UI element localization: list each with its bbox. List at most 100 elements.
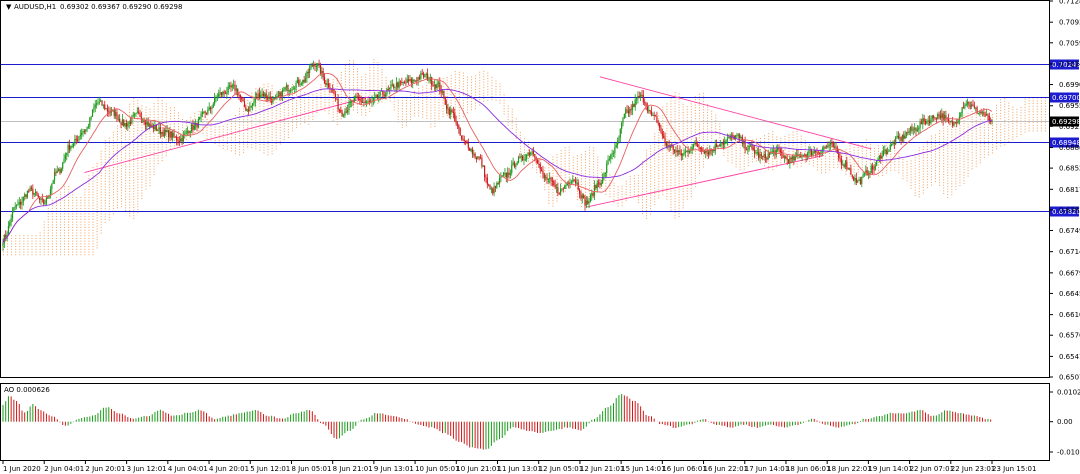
cloud-dot (96, 182, 98, 184)
cloud-dot (979, 154, 981, 156)
cloud-dot (629, 189, 631, 191)
cloud-dot (462, 107, 464, 109)
cloud-dot (589, 155, 591, 157)
cloud-dot (515, 129, 517, 131)
cloud-dot (125, 136, 127, 138)
cloud-dot (930, 179, 932, 181)
cloud-dot (1012, 122, 1014, 124)
cloud-dot (833, 167, 835, 169)
cloud-dot (727, 152, 729, 154)
cloud-dot (125, 180, 127, 182)
cloud-dot (133, 100, 135, 102)
cloud-dot (914, 192, 916, 194)
cloud-dot (739, 161, 741, 163)
candle-up (56, 170, 58, 173)
candle-down (269, 96, 271, 100)
cloud-dot (796, 130, 798, 132)
candle-up (436, 83, 438, 88)
candle-down (431, 77, 433, 86)
cloud-dot (226, 140, 228, 142)
candle-up (214, 97, 216, 104)
cloud-dot (15, 248, 17, 250)
cloud-dot (544, 170, 546, 172)
cloud-dot (943, 182, 945, 184)
candle-up (58, 169, 60, 171)
cloud-dot (76, 205, 78, 207)
cloud-dot (129, 185, 131, 187)
horizontal-levels[interactable]: 0.702430.697000.689480.678200.69298 (1, 59, 1080, 217)
cloud-dot (1012, 111, 1014, 113)
cloud-dot (51, 205, 53, 207)
cloud-dot (133, 207, 135, 209)
cloud-dot (987, 129, 989, 131)
cloud-dot (670, 127, 672, 129)
cloud-dot (267, 94, 269, 96)
cloud-dot (149, 108, 151, 110)
cloud-dot (1004, 98, 1006, 100)
cloud-dot (84, 216, 86, 218)
candle-down (32, 188, 34, 195)
cloud-dot (157, 116, 159, 118)
cloud-dot (865, 161, 867, 163)
cloud-dot (336, 113, 338, 115)
candle-up (437, 82, 440, 84)
cloud-dot (247, 135, 249, 137)
cloud-dot (161, 140, 163, 142)
cloud-dot (145, 172, 147, 174)
cloud-dot (116, 188, 118, 190)
cloud-dot (336, 91, 338, 93)
cloud-dot (914, 175, 916, 177)
cloud-dot (251, 92, 253, 94)
cloud-dot (857, 160, 859, 162)
cloud-dot (890, 161, 892, 163)
candle-down (167, 130, 170, 138)
cloud-dot (365, 106, 367, 108)
cloud-dot (654, 174, 656, 176)
cloud-dot (552, 202, 554, 204)
price-chart[interactable]: 0.702430.697000.689480.678200.69298 0.71… (0, 0, 1080, 474)
trend-lines[interactable] (84, 76, 872, 208)
cloud-dot (145, 182, 147, 184)
candle-down (376, 94, 379, 98)
cloud-dot (263, 89, 265, 91)
cloud-dot (751, 139, 753, 141)
cloud-dot (373, 59, 375, 61)
candle-up (49, 189, 52, 195)
cloud-dot (686, 155, 688, 157)
cloud-dot (100, 229, 102, 231)
cloud-dot (943, 173, 945, 175)
cloud-dot (259, 103, 261, 105)
cloud-dot (64, 227, 66, 229)
cloud-dot (15, 251, 17, 253)
cloud-dot (88, 229, 90, 231)
candle-down (494, 186, 497, 188)
cloud-dot (129, 169, 131, 171)
cloud-dot (947, 150, 949, 152)
candle-down (147, 122, 149, 127)
cloud-dot (259, 127, 261, 129)
cloud-dot (96, 233, 98, 235)
cloud-dot (283, 120, 285, 122)
cloud-dot (666, 133, 668, 135)
support-trendline[interactable] (84, 96, 370, 173)
cloud-dot (694, 123, 696, 125)
cloud-dot (475, 80, 477, 82)
cloud-dot (939, 184, 941, 186)
cloud-dot (434, 104, 436, 106)
cloud-dot (243, 132, 245, 134)
candle-down (405, 82, 407, 84)
cloud-dot (141, 159, 143, 161)
cloud-dot (792, 153, 794, 155)
candle-down (196, 122, 198, 128)
cloud-dot (1036, 103, 1038, 105)
cloud-dot (141, 105, 143, 107)
cloud-dot (418, 93, 420, 95)
cloud-dot (1040, 111, 1042, 113)
cloud-dot (55, 254, 57, 256)
cloud-dot (861, 153, 863, 155)
candle-up (171, 132, 174, 138)
cloud-dot (430, 112, 432, 114)
cloud-dot (279, 113, 281, 115)
cloud-dot (153, 103, 155, 105)
cloud-dot (422, 108, 424, 110)
